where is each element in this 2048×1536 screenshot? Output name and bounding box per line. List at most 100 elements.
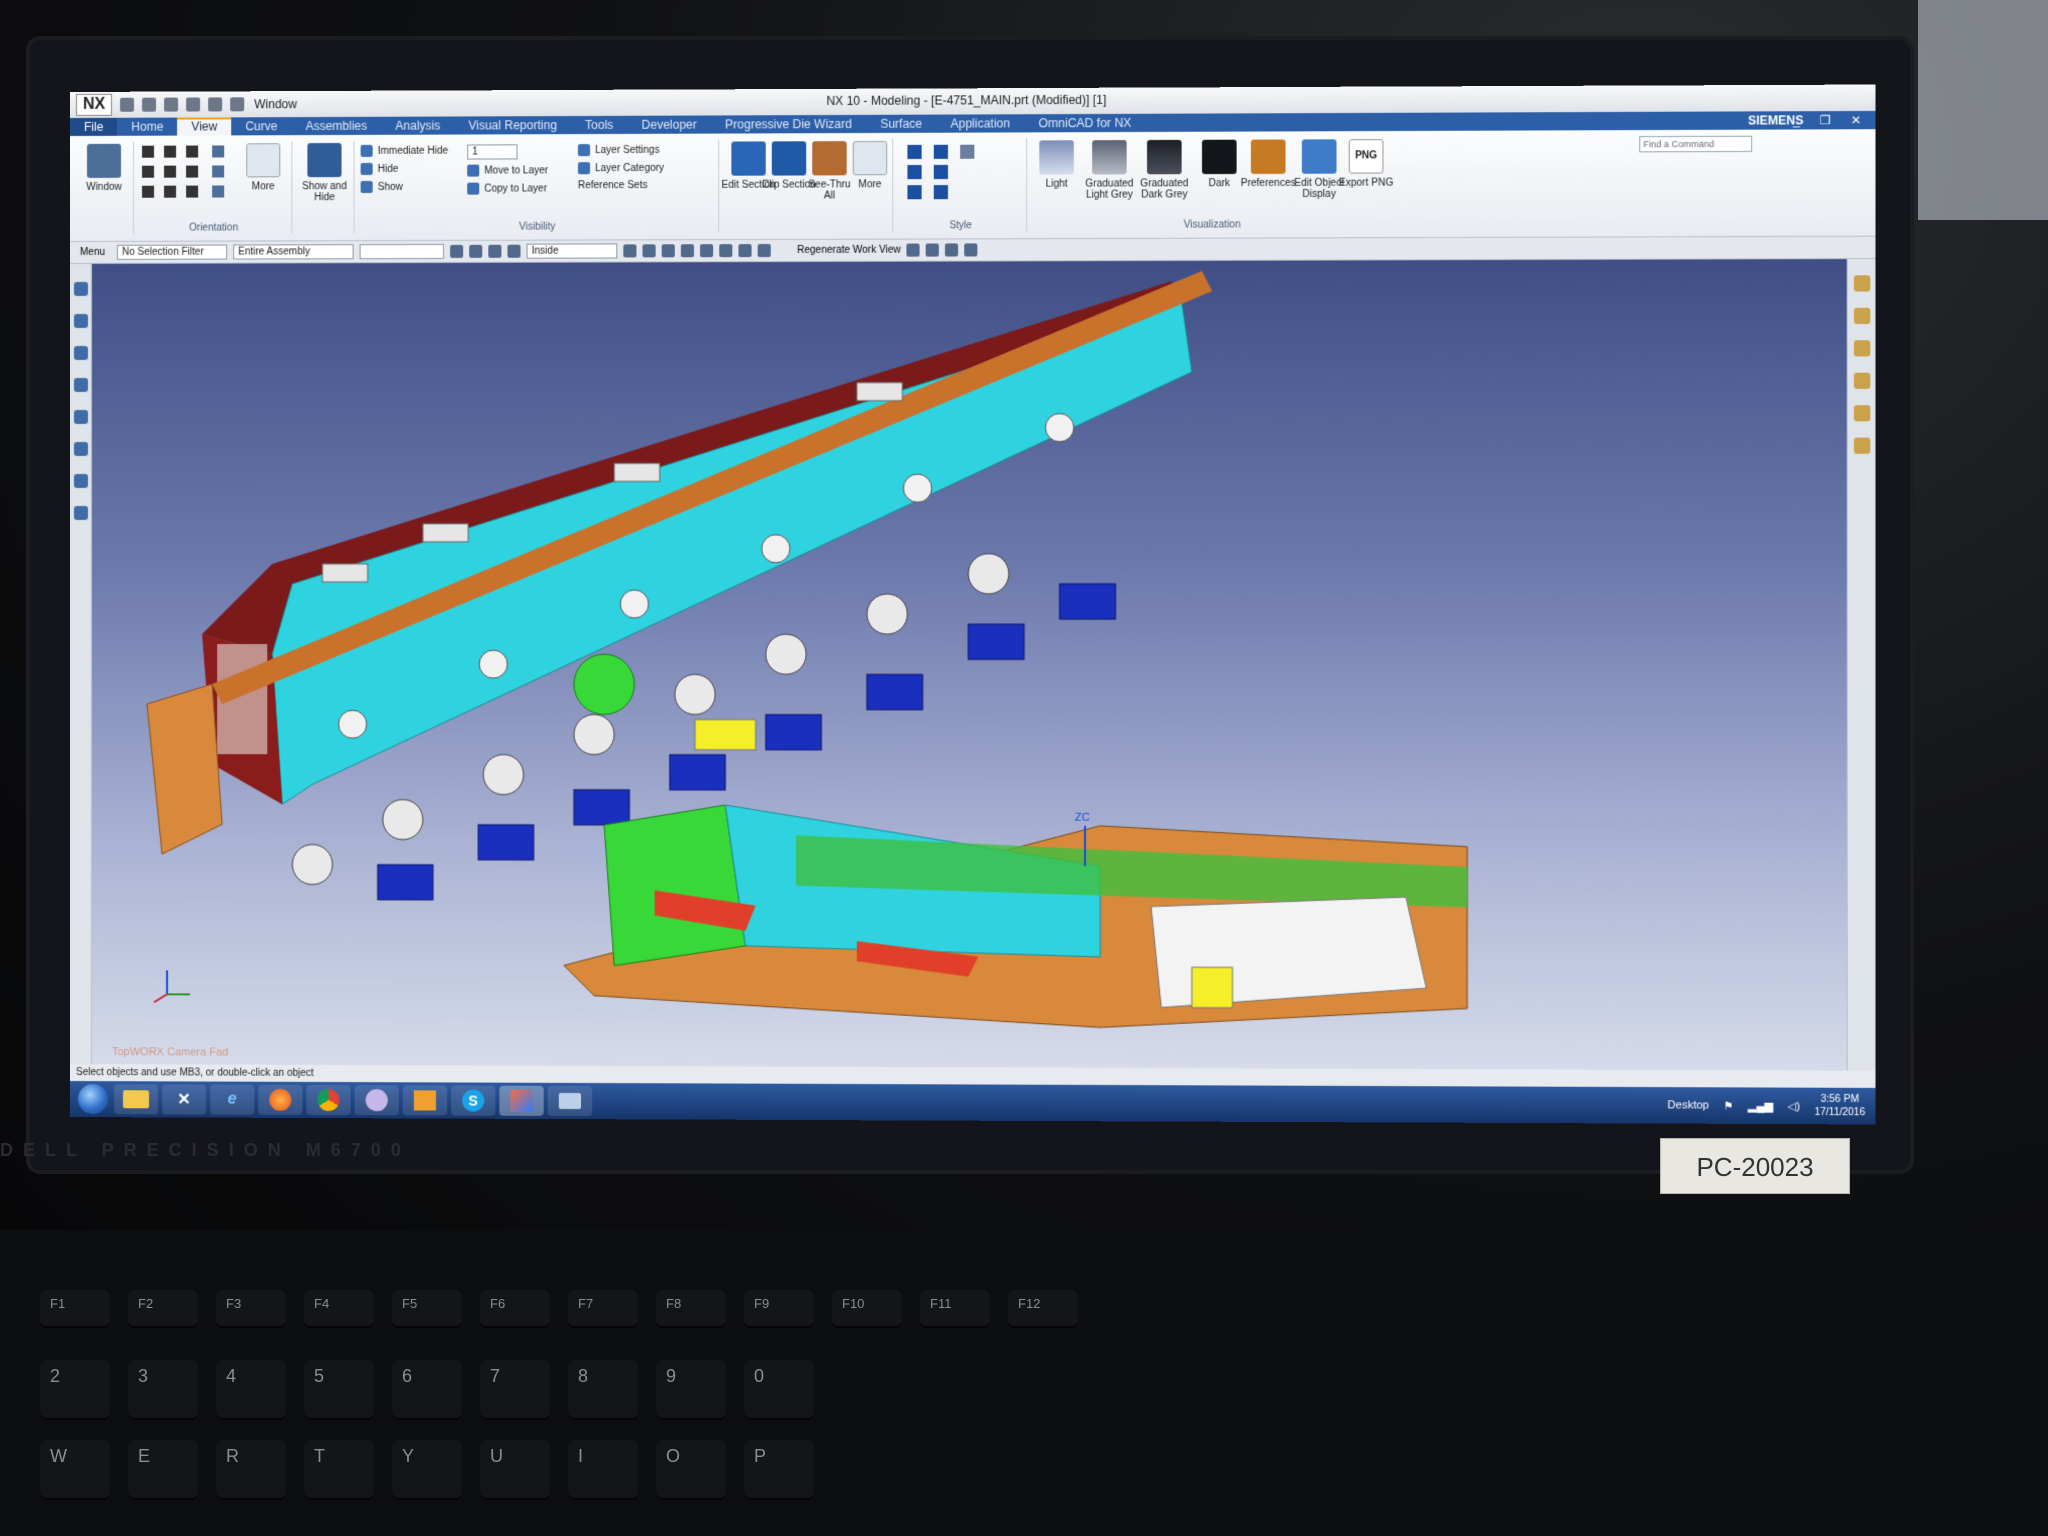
immediate-hide-button[interactable]: Immediate Hide [360, 144, 448, 157]
tab-analysis[interactable]: Analysis [381, 116, 454, 134]
key-u[interactable]: U [480, 1440, 550, 1498]
key-f10[interactable]: F10 [832, 1290, 902, 1326]
history-icon[interactable] [73, 409, 88, 424]
copy-to-layer-button[interactable]: Copy to Layer [467, 182, 547, 195]
tab-developer[interactable]: Developer [627, 115, 710, 133]
filter-icon[interactable] [469, 244, 483, 258]
dark-background-button[interactable]: Dark [1192, 139, 1247, 190]
web-browser-icon[interactable] [73, 441, 88, 456]
taskbar-skype[interactable]: S [451, 1085, 496, 1116]
menu-button[interactable]: Menu [74, 247, 111, 258]
tab-file[interactable]: File [70, 117, 118, 136]
snap-quadrant-icon[interactable] [757, 243, 771, 258]
key-f11[interactable]: F11 [920, 1290, 990, 1326]
key-p[interactable]: P [744, 1440, 814, 1498]
key-3[interactable]: 3 [128, 1360, 198, 1418]
tab-home[interactable]: Home [117, 118, 177, 136]
assembly-load-icon[interactable] [1853, 275, 1870, 292]
layer-settings-button[interactable]: Layer Settings [577, 144, 660, 157]
move-to-layer-button[interactable]: Move to Layer [467, 164, 548, 177]
key-9[interactable]: 9 [656, 1360, 726, 1418]
snap-mid-icon[interactable] [642, 244, 656, 258]
taskbar-ie[interactable]: e [210, 1084, 255, 1115]
taskbar-explorer[interactable] [114, 1084, 159, 1115]
start-button[interactable] [77, 1084, 109, 1115]
snap-end-icon[interactable] [623, 244, 637, 258]
section-more-button[interactable]: More [843, 140, 898, 191]
key-6[interactable]: 6 [392, 1360, 462, 1418]
tab-assemblies[interactable]: Assemblies [292, 117, 382, 135]
taskbar-outlook[interactable] [402, 1085, 448, 1116]
components-icon[interactable] [1853, 405, 1870, 422]
key-f1[interactable]: F1 [40, 1290, 110, 1326]
clearance-icon[interactable] [1853, 437, 1870, 454]
graduated-dark-grey-button[interactable]: Graduated Dark Grey [1137, 139, 1192, 201]
key-w[interactable]: W [40, 1440, 110, 1498]
taskbar-clock[interactable]: 3:56 PM 17/11/2016 [1814, 1093, 1865, 1120]
zoom-icon[interactable] [926, 243, 940, 257]
selection-filter-dropdown[interactable]: No Selection Filter [117, 244, 228, 260]
volume-icon[interactable]: ◁) [1788, 1099, 1800, 1112]
taskbar-chrome[interactable] [306, 1084, 351, 1116]
taskbar-camera[interactable] [354, 1085, 399, 1116]
taskbar-tools[interactable]: ✕ [162, 1084, 207, 1115]
orientation-more-button[interactable]: More [236, 143, 290, 192]
key-f6[interactable]: F6 [480, 1290, 550, 1326]
key-f9[interactable]: F9 [744, 1290, 814, 1326]
export-png-button[interactable]: PNG Export PNG [1339, 139, 1394, 189]
key-f8[interactable]: F8 [656, 1290, 726, 1326]
key-y[interactable]: Y [392, 1440, 462, 1498]
tab-visual-reporting[interactable]: Visual Reporting [454, 116, 571, 135]
tab-curve[interactable]: Curve [231, 117, 291, 135]
select-icon[interactable] [450, 244, 464, 258]
show-button[interactable]: Show [360, 180, 403, 194]
assembly-navigator-icon[interactable] [73, 313, 88, 328]
blank-filter-dropdown[interactable] [359, 243, 445, 260]
graphics-window[interactable]: ZC TopWORX Camera Fad [91, 259, 1847, 1071]
key-f12[interactable]: F12 [1008, 1290, 1078, 1326]
rectangle-select-icon[interactable] [507, 244, 521, 258]
constraints-icon[interactable] [1853, 307, 1870, 325]
reuse-library-icon[interactable] [73, 377, 88, 392]
link-icon[interactable] [1853, 340, 1870, 357]
key-5[interactable]: 5 [304, 1360, 374, 1418]
key-e[interactable]: E [128, 1440, 198, 1498]
taskbar-nx[interactable] [499, 1085, 544, 1116]
taskbar-firefox[interactable] [258, 1084, 303, 1115]
pan-icon[interactable] [964, 243, 978, 257]
rotate-icon[interactable] [945, 243, 959, 257]
tab-tools[interactable]: Tools [571, 116, 627, 134]
preferences-button[interactable]: Preferences [1241, 139, 1296, 189]
constraint-navigator-icon[interactable] [73, 345, 88, 360]
tab-application[interactable]: Application [936, 114, 1024, 132]
palettes-icon[interactable] [73, 473, 88, 488]
key-8[interactable]: 8 [568, 1360, 638, 1418]
measure-icon[interactable] [1853, 372, 1870, 389]
key-7[interactable]: 7 [480, 1360, 550, 1418]
tab-surface[interactable]: Surface [866, 115, 936, 133]
light-background-button[interactable]: Light [1029, 140, 1084, 190]
part-navigator-icon[interactable] [73, 281, 88, 296]
key-r[interactable]: R [216, 1440, 286, 1498]
work-layer-dropdown[interactable]: 1 [467, 144, 518, 160]
key-f2[interactable]: F2 [128, 1290, 198, 1326]
window-button[interactable]: Window [77, 143, 131, 193]
key-t[interactable]: T [304, 1440, 374, 1498]
snap-point-icon[interactable] [680, 244, 695, 258]
taskbar-monitor[interactable] [547, 1085, 593, 1117]
snap-mode-dropdown[interactable]: Inside [526, 243, 618, 259]
key-i[interactable]: I [568, 1440, 638, 1498]
show-and-hide-button[interactable]: Show and Hide [297, 142, 351, 203]
snap-center-icon[interactable] [661, 244, 675, 258]
tab-omnicad[interactable]: OmniCAD for NX [1024, 114, 1145, 133]
flag-icon[interactable]: ⚑ [1723, 1099, 1733, 1112]
key-o[interactable]: O [656, 1440, 726, 1498]
key-2[interactable]: 2 [40, 1360, 110, 1418]
find-command-input[interactable]: Find a Command [1639, 135, 1753, 153]
style-render-icons[interactable] [907, 144, 1008, 208]
tab-view[interactable]: View [177, 117, 232, 136]
key-4[interactable]: 4 [216, 1360, 286, 1418]
key-f3[interactable]: F3 [216, 1290, 286, 1326]
fit-view-icon[interactable] [906, 243, 921, 257]
layer-category-button[interactable]: Layer Category [577, 162, 664, 175]
